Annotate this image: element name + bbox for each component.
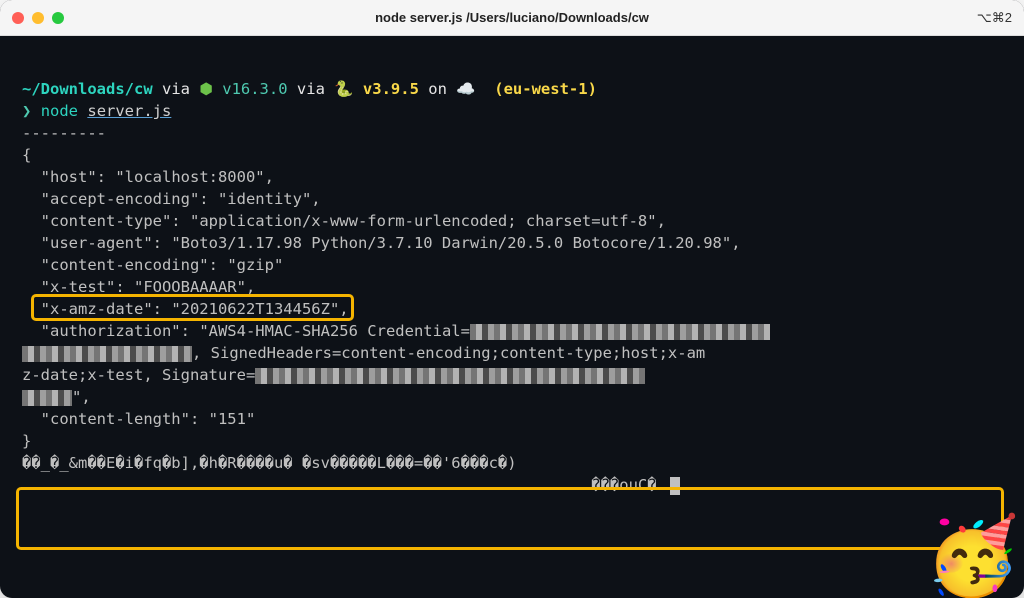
prompt-path: ~/Downloads/cw (22, 80, 153, 98)
json-close: } (22, 432, 31, 450)
terminal-body[interactable]: ~/Downloads/cw via ⬢ v16.3.0 via 🐍 v3.9.… (0, 36, 1024, 582)
close-icon[interactable] (12, 12, 24, 24)
node-version: v16.3.0 (222, 80, 287, 98)
prompt-line-2: ❯ node server.js (22, 102, 171, 120)
json-authorization: "authorization": "AWS4-HMAC-SHA256 Crede… (22, 322, 770, 406)
titlebar: node server.js /Users/luciano/Downloads/… (0, 0, 1024, 36)
terminal-window: node server.js /Users/luciano/Downloads/… (0, 0, 1024, 598)
json-content-encoding: "content-encoding": "gzip" (22, 256, 283, 274)
json-host: "host": "localhost:8000", (22, 168, 274, 186)
cloud-icon: ☁️ (456, 80, 475, 98)
output-dashes: --------- (22, 124, 106, 142)
keyboard-shortcut: ⌥⌘2 (977, 10, 1012, 26)
redacted-signature-2 (22, 390, 72, 406)
prompt-line-1: ~/Downloads/cw via ⬢ v16.3.0 via 🐍 v3.9.… (22, 80, 597, 98)
prompt-symbol: ❯ (22, 102, 31, 120)
maximize-icon[interactable] (52, 12, 64, 24)
json-x-test: "x-test": "FOOOBAAAAR", (22, 278, 255, 296)
redacted-credential (470, 324, 770, 340)
json-user-agent: "user-agent": "Boto3/1.17.98 Python/3.7.… (22, 234, 741, 252)
minimize-icon[interactable] (32, 12, 44, 24)
aws-region: (eu-west-1) (494, 80, 597, 98)
python-icon: 🐍 (334, 80, 353, 98)
nodejs-icon: ⬢ (199, 80, 213, 98)
window-title: node server.js /Users/luciano/Downloads/… (375, 10, 649, 25)
json-accept-encoding: "accept-encoding": "identity", (22, 190, 321, 208)
json-open: { (22, 146, 31, 164)
command-name: node (41, 102, 78, 120)
command-arg: server.js (87, 102, 171, 120)
redacted-signature (255, 368, 645, 384)
json-content-type: "content-type": "application/x-www-form-… (22, 212, 666, 230)
party-face-icon: 🥳 (925, 518, 1020, 594)
gzip-binary-line-1: ��_�_&m��E�i�fq�b],�h�R����u� �sv�����L�… (22, 454, 517, 472)
json-x-amz-date: "x-amz-date": "20210622T134456Z", (22, 300, 349, 318)
cursor (670, 477, 680, 495)
highlight-gzip-body (16, 487, 1004, 550)
redacted-credential-2 (22, 346, 192, 362)
python-version: v3.9.5 (363, 80, 419, 98)
gzip-binary-line-2: ���ouC� (22, 476, 680, 494)
json-content-length: "content-length": "151" (22, 410, 255, 428)
traffic-lights (12, 12, 64, 24)
